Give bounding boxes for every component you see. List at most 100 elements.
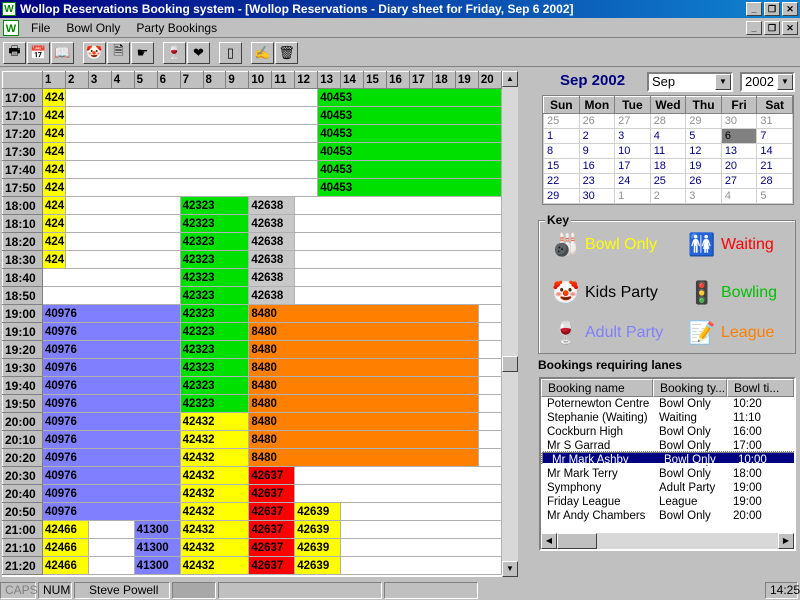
scroll-left-icon[interactable]: ◀ (541, 533, 557, 549)
column-header-type[interactable]: Booking ty... (653, 379, 727, 397)
calendar-day[interactable]: 18 (649, 158, 687, 174)
calendar-day[interactable]: 25 (649, 173, 687, 189)
booking-cell[interactable]: 42638 (248, 196, 296, 215)
printer-icon[interactable]: 🖶 (3, 41, 26, 64)
booking-cell[interactable]: 424 (41, 232, 66, 251)
booking-cell[interactable]: 42432 (179, 520, 250, 539)
lane-header[interactable]: 16 (386, 71, 411, 89)
calendar-day[interactable]: 3 (614, 128, 651, 144)
empty-cell[interactable] (64, 250, 181, 269)
lane-header[interactable]: 10 (248, 71, 273, 89)
booking-cell[interactable]: 40976 (41, 466, 181, 485)
diary-grid[interactable]: 1 2 3 4 5 6 7 8 9 10 11 12 13 14 15 16 17 18 19 20 17:00 424 4… (2, 71, 502, 577)
booking-cell[interactable]: 8480 (248, 430, 479, 449)
calendar-day[interactable]: 26 (685, 173, 722, 189)
calendar-day[interactable]: 7 (756, 128, 793, 144)
booking-cell[interactable]: 42323 (179, 250, 250, 269)
booking-row[interactable]: Mr Mark Ashby Bowl Only 10:00 (541, 451, 794, 465)
empty-cell[interactable] (340, 538, 502, 557)
lane-header[interactable]: 4 (110, 71, 135, 89)
booking-cell[interactable]: 40976 (41, 502, 181, 521)
calendar-day[interactable]: 5 (685, 128, 722, 144)
empty-cell[interactable] (294, 484, 502, 503)
booking-icon[interactable]: 🗎 (107, 41, 130, 64)
booking-cell[interactable]: 8480 (248, 340, 479, 359)
lane-header[interactable]: 7 (179, 71, 204, 89)
booking-cell[interactable]: 42637 (248, 538, 296, 557)
calendar-day[interactable]: 10 (614, 143, 651, 159)
empty-cell[interactable] (87, 556, 135, 575)
empty-cell[interactable] (294, 214, 502, 233)
empty-cell[interactable] (294, 466, 502, 485)
empty-cell[interactable] (64, 232, 181, 251)
booking-cell[interactable]: 40453 (317, 160, 502, 179)
empty-cell[interactable] (340, 520, 502, 539)
calendar-day[interactable]: 27 (720, 173, 758, 189)
booking-cell[interactable]: 42323 (179, 304, 250, 323)
lane-header[interactable]: 8 (202, 71, 227, 89)
calendar-day[interactable]: 25 (543, 113, 580, 129)
calendar-day[interactable]: 11 (649, 143, 687, 159)
calendar-day[interactable]: 4 (649, 128, 687, 144)
bookings-hscrollbar[interactable]: ◀ ▶ (541, 533, 794, 549)
calendar-day[interactable]: 28 (756, 173, 793, 189)
empty-cell[interactable] (340, 502, 502, 521)
booking-cell[interactable]: 40976 (41, 484, 181, 503)
booking-cell[interactable]: 42638 (248, 214, 296, 233)
calendar-day[interactable]: 8 (543, 143, 580, 159)
booking-cell[interactable]: 424 (41, 160, 66, 179)
booking-row[interactable]: Cockburn High Bowl Only 16:00 (541, 425, 794, 439)
empty-cell[interactable] (64, 106, 319, 125)
booking-cell[interactable]: 42432 (179, 538, 250, 557)
booking-cell[interactable]: 42323 (179, 394, 250, 413)
empty-cell[interactable] (87, 520, 135, 539)
calendar-day[interactable]: 3 (685, 188, 722, 204)
booking-cell[interactable]: 42323 (179, 214, 250, 233)
calendar-day[interactable]: 21 (756, 158, 793, 174)
empty-cell[interactable] (340, 556, 502, 575)
booking-cell[interactable]: 42637 (248, 520, 296, 539)
child-restore-icon[interactable]: ❐ (764, 21, 780, 35)
booking-cell[interactable]: 42323 (179, 268, 250, 287)
calendar-day[interactable]: 13 (720, 143, 758, 159)
booking-cell[interactable]: 42323 (179, 358, 250, 377)
calendar-day[interactable]: 14 (756, 143, 793, 159)
booking-cell[interactable]: 42637 (248, 484, 296, 503)
diary-scrollbar[interactable]: ▲ ▼ (502, 71, 518, 577)
lane-header[interactable]: 2 (64, 71, 89, 89)
month-select[interactable]: Sep ▼ (647, 72, 733, 92)
booking-cell[interactable]: 424 (41, 142, 66, 161)
calendar-day[interactable]: 5 (756, 188, 793, 204)
booking-cell[interactable]: 42323 (179, 322, 250, 341)
lane-header[interactable]: 18 (431, 71, 456, 89)
calendar-day[interactable]: 19 (685, 158, 722, 174)
booking-cell[interactable]: 40976 (41, 376, 181, 395)
booking-cell[interactable]: 8480 (248, 304, 479, 323)
menu-file[interactable]: File (23, 21, 58, 35)
empty-cell[interactable] (477, 394, 502, 413)
scroll-thumb[interactable] (502, 356, 518, 372)
booking-row[interactable]: Symphony Adult Party 19:00 (541, 481, 794, 495)
calendar-day[interactable]: 16 (578, 158, 616, 174)
booking-cell[interactable]: 42638 (248, 232, 296, 251)
booking-cell[interactable]: 42432 (179, 466, 250, 485)
calendar-day[interactable]: 4 (720, 188, 758, 204)
calendar-day[interactable]: 26 (578, 113, 616, 129)
year-select[interactable]: 2002 ▼ (740, 72, 795, 92)
empty-cell[interactable] (64, 124, 319, 143)
calendar-day[interactable]: 2 (578, 128, 616, 144)
maximize-icon[interactable]: ❐ (764, 2, 780, 16)
booking-cell[interactable]: 42323 (179, 232, 250, 251)
empty-cell[interactable] (477, 340, 502, 359)
booking-cell[interactable]: 8480 (248, 358, 479, 377)
page-icon[interactable]: ▯ (219, 41, 242, 64)
party-icon[interactable]: 🍷 (163, 41, 186, 64)
minimize-icon[interactable]: _ (746, 2, 762, 16)
booking-row[interactable]: Stephanie (Waiting) Waiting 11:10 (541, 411, 794, 425)
calendar-day[interactable]: 22 (543, 173, 580, 189)
booking-cell[interactable]: 42638 (248, 268, 296, 287)
booking-cell[interactable]: 424 (41, 214, 66, 233)
booking-cell[interactable]: 8480 (248, 412, 479, 431)
empty-cell[interactable] (477, 304, 502, 323)
booking-cell[interactable]: 42638 (248, 286, 296, 305)
